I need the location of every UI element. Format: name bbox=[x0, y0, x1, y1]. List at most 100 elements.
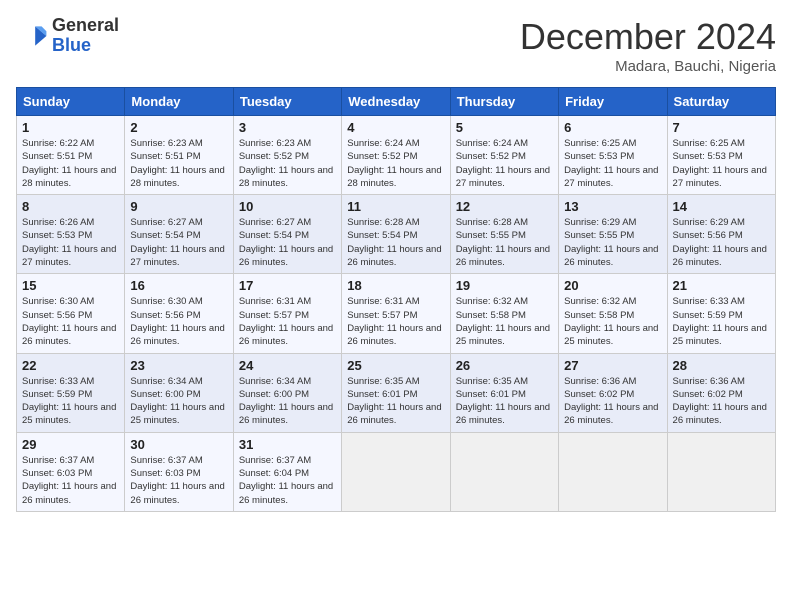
calendar-week-row: 22 Sunrise: 6:33 AMSunset: 5:59 PMDaylig… bbox=[17, 353, 776, 432]
calendar-cell: 19 Sunrise: 6:32 AMSunset: 5:58 PMDaylig… bbox=[450, 274, 558, 353]
calendar-cell: 26 Sunrise: 6:35 AMSunset: 6:01 PMDaylig… bbox=[450, 353, 558, 432]
calendar-week-row: 8 Sunrise: 6:26 AMSunset: 5:53 PMDayligh… bbox=[17, 195, 776, 274]
weekday-header: Sunday bbox=[17, 88, 125, 116]
calendar-cell: 10 Sunrise: 6:27 AMSunset: 5:54 PMDaylig… bbox=[233, 195, 341, 274]
location: Madara, Bauchi, Nigeria bbox=[520, 58, 776, 75]
calendar-cell bbox=[559, 432, 667, 511]
calendar-cell: 6 Sunrise: 6:25 AMSunset: 5:53 PMDayligh… bbox=[559, 116, 667, 195]
day-number: 18 bbox=[347, 278, 444, 293]
calendar-cell bbox=[342, 432, 450, 511]
day-info: Sunrise: 6:34 AMSunset: 6:00 PMDaylight:… bbox=[239, 376, 333, 427]
calendar-body: 1 Sunrise: 6:22 AMSunset: 5:51 PMDayligh… bbox=[17, 116, 776, 512]
day-info: Sunrise: 6:31 AMSunset: 5:57 PMDaylight:… bbox=[239, 296, 333, 347]
day-number: 28 bbox=[673, 358, 770, 373]
calendar-cell: 7 Sunrise: 6:25 AMSunset: 5:53 PMDayligh… bbox=[667, 116, 775, 195]
weekday-header-row: SundayMondayTuesdayWednesdayThursdayFrid… bbox=[17, 88, 776, 116]
calendar-cell: 25 Sunrise: 6:35 AMSunset: 6:01 PMDaylig… bbox=[342, 353, 450, 432]
day-info: Sunrise: 6:28 AMSunset: 5:55 PMDaylight:… bbox=[456, 217, 550, 268]
weekday-header: Monday bbox=[125, 88, 233, 116]
day-info: Sunrise: 6:29 AMSunset: 5:56 PMDaylight:… bbox=[673, 217, 767, 268]
day-number: 21 bbox=[673, 278, 770, 293]
day-info: Sunrise: 6:36 AMSunset: 6:02 PMDaylight:… bbox=[673, 376, 767, 427]
day-number: 8 bbox=[22, 199, 119, 214]
weekday-header: Tuesday bbox=[233, 88, 341, 116]
logo-blue: Blue bbox=[52, 36, 119, 56]
logo-icon bbox=[16, 20, 48, 52]
day-info: Sunrise: 6:33 AMSunset: 5:59 PMDaylight:… bbox=[673, 296, 767, 347]
calendar-cell: 20 Sunrise: 6:32 AMSunset: 5:58 PMDaylig… bbox=[559, 274, 667, 353]
day-number: 15 bbox=[22, 278, 119, 293]
day-number: 23 bbox=[130, 358, 227, 373]
weekday-header: Saturday bbox=[667, 88, 775, 116]
day-info: Sunrise: 6:23 AMSunset: 5:51 PMDaylight:… bbox=[130, 138, 224, 189]
day-number: 20 bbox=[564, 278, 661, 293]
calendar-cell: 4 Sunrise: 6:24 AMSunset: 5:52 PMDayligh… bbox=[342, 116, 450, 195]
day-number: 5 bbox=[456, 120, 553, 135]
day-number: 19 bbox=[456, 278, 553, 293]
calendar-cell: 21 Sunrise: 6:33 AMSunset: 5:59 PMDaylig… bbox=[667, 274, 775, 353]
title-area: December 2024 Madara, Bauchi, Nigeria bbox=[520, 16, 776, 75]
day-number: 11 bbox=[347, 199, 444, 214]
calendar-cell: 24 Sunrise: 6:34 AMSunset: 6:00 PMDaylig… bbox=[233, 353, 341, 432]
calendar-cell: 29 Sunrise: 6:37 AMSunset: 6:03 PMDaylig… bbox=[17, 432, 125, 511]
day-info: Sunrise: 6:23 AMSunset: 5:52 PMDaylight:… bbox=[239, 138, 333, 189]
day-info: Sunrise: 6:35 AMSunset: 6:01 PMDaylight:… bbox=[347, 376, 441, 427]
calendar-cell: 23 Sunrise: 6:34 AMSunset: 6:00 PMDaylig… bbox=[125, 353, 233, 432]
weekday-header: Thursday bbox=[450, 88, 558, 116]
day-number: 9 bbox=[130, 199, 227, 214]
day-info: Sunrise: 6:33 AMSunset: 5:59 PMDaylight:… bbox=[22, 376, 116, 427]
day-number: 24 bbox=[239, 358, 336, 373]
day-info: Sunrise: 6:25 AMSunset: 5:53 PMDaylight:… bbox=[673, 138, 767, 189]
calendar-cell: 22 Sunrise: 6:33 AMSunset: 5:59 PMDaylig… bbox=[17, 353, 125, 432]
day-number: 6 bbox=[564, 120, 661, 135]
day-number: 26 bbox=[456, 358, 553, 373]
day-info: Sunrise: 6:37 AMSunset: 6:04 PMDaylight:… bbox=[239, 455, 333, 506]
day-number: 3 bbox=[239, 120, 336, 135]
day-number: 31 bbox=[239, 437, 336, 452]
day-number: 4 bbox=[347, 120, 444, 135]
calendar-cell bbox=[667, 432, 775, 511]
day-info: Sunrise: 6:30 AMSunset: 5:56 PMDaylight:… bbox=[130, 296, 224, 347]
day-info: Sunrise: 6:29 AMSunset: 5:55 PMDaylight:… bbox=[564, 217, 658, 268]
day-info: Sunrise: 6:27 AMSunset: 5:54 PMDaylight:… bbox=[239, 217, 333, 268]
day-number: 25 bbox=[347, 358, 444, 373]
calendar-cell: 9 Sunrise: 6:27 AMSunset: 5:54 PMDayligh… bbox=[125, 195, 233, 274]
day-info: Sunrise: 6:31 AMSunset: 5:57 PMDaylight:… bbox=[347, 296, 441, 347]
day-info: Sunrise: 6:36 AMSunset: 6:02 PMDaylight:… bbox=[564, 376, 658, 427]
day-number: 2 bbox=[130, 120, 227, 135]
calendar-cell: 31 Sunrise: 6:37 AMSunset: 6:04 PMDaylig… bbox=[233, 432, 341, 511]
day-number: 14 bbox=[673, 199, 770, 214]
day-number: 12 bbox=[456, 199, 553, 214]
day-info: Sunrise: 6:24 AMSunset: 5:52 PMDaylight:… bbox=[456, 138, 550, 189]
calendar-cell: 5 Sunrise: 6:24 AMSunset: 5:52 PMDayligh… bbox=[450, 116, 558, 195]
calendar-cell: 18 Sunrise: 6:31 AMSunset: 5:57 PMDaylig… bbox=[342, 274, 450, 353]
calendar-week-row: 29 Sunrise: 6:37 AMSunset: 6:03 PMDaylig… bbox=[17, 432, 776, 511]
calendar-cell: 14 Sunrise: 6:29 AMSunset: 5:56 PMDaylig… bbox=[667, 195, 775, 274]
day-info: Sunrise: 6:32 AMSunset: 5:58 PMDaylight:… bbox=[456, 296, 550, 347]
logo: General Blue bbox=[16, 16, 119, 56]
day-info: Sunrise: 6:35 AMSunset: 6:01 PMDaylight:… bbox=[456, 376, 550, 427]
weekday-header: Friday bbox=[559, 88, 667, 116]
calendar: SundayMondayTuesdayWednesdayThursdayFrid… bbox=[16, 87, 776, 512]
calendar-cell: 27 Sunrise: 6:36 AMSunset: 6:02 PMDaylig… bbox=[559, 353, 667, 432]
calendar-cell: 1 Sunrise: 6:22 AMSunset: 5:51 PMDayligh… bbox=[17, 116, 125, 195]
calendar-cell bbox=[450, 432, 558, 511]
calendar-cell: 12 Sunrise: 6:28 AMSunset: 5:55 PMDaylig… bbox=[450, 195, 558, 274]
day-info: Sunrise: 6:22 AMSunset: 5:51 PMDaylight:… bbox=[22, 138, 116, 189]
day-info: Sunrise: 6:24 AMSunset: 5:52 PMDaylight:… bbox=[347, 138, 441, 189]
day-info: Sunrise: 6:25 AMSunset: 5:53 PMDaylight:… bbox=[564, 138, 658, 189]
calendar-cell: 3 Sunrise: 6:23 AMSunset: 5:52 PMDayligh… bbox=[233, 116, 341, 195]
calendar-cell: 15 Sunrise: 6:30 AMSunset: 5:56 PMDaylig… bbox=[17, 274, 125, 353]
day-number: 29 bbox=[22, 437, 119, 452]
day-number: 27 bbox=[564, 358, 661, 373]
day-info: Sunrise: 6:26 AMSunset: 5:53 PMDaylight:… bbox=[22, 217, 116, 268]
day-info: Sunrise: 6:34 AMSunset: 6:00 PMDaylight:… bbox=[130, 376, 224, 427]
day-info: Sunrise: 6:37 AMSunset: 6:03 PMDaylight:… bbox=[22, 455, 116, 506]
day-info: Sunrise: 6:28 AMSunset: 5:54 PMDaylight:… bbox=[347, 217, 441, 268]
month-title: December 2024 bbox=[520, 16, 776, 58]
calendar-week-row: 1 Sunrise: 6:22 AMSunset: 5:51 PMDayligh… bbox=[17, 116, 776, 195]
day-info: Sunrise: 6:37 AMSunset: 6:03 PMDaylight:… bbox=[130, 455, 224, 506]
logo-general: General bbox=[52, 16, 119, 36]
calendar-cell: 17 Sunrise: 6:31 AMSunset: 5:57 PMDaylig… bbox=[233, 274, 341, 353]
day-number: 17 bbox=[239, 278, 336, 293]
